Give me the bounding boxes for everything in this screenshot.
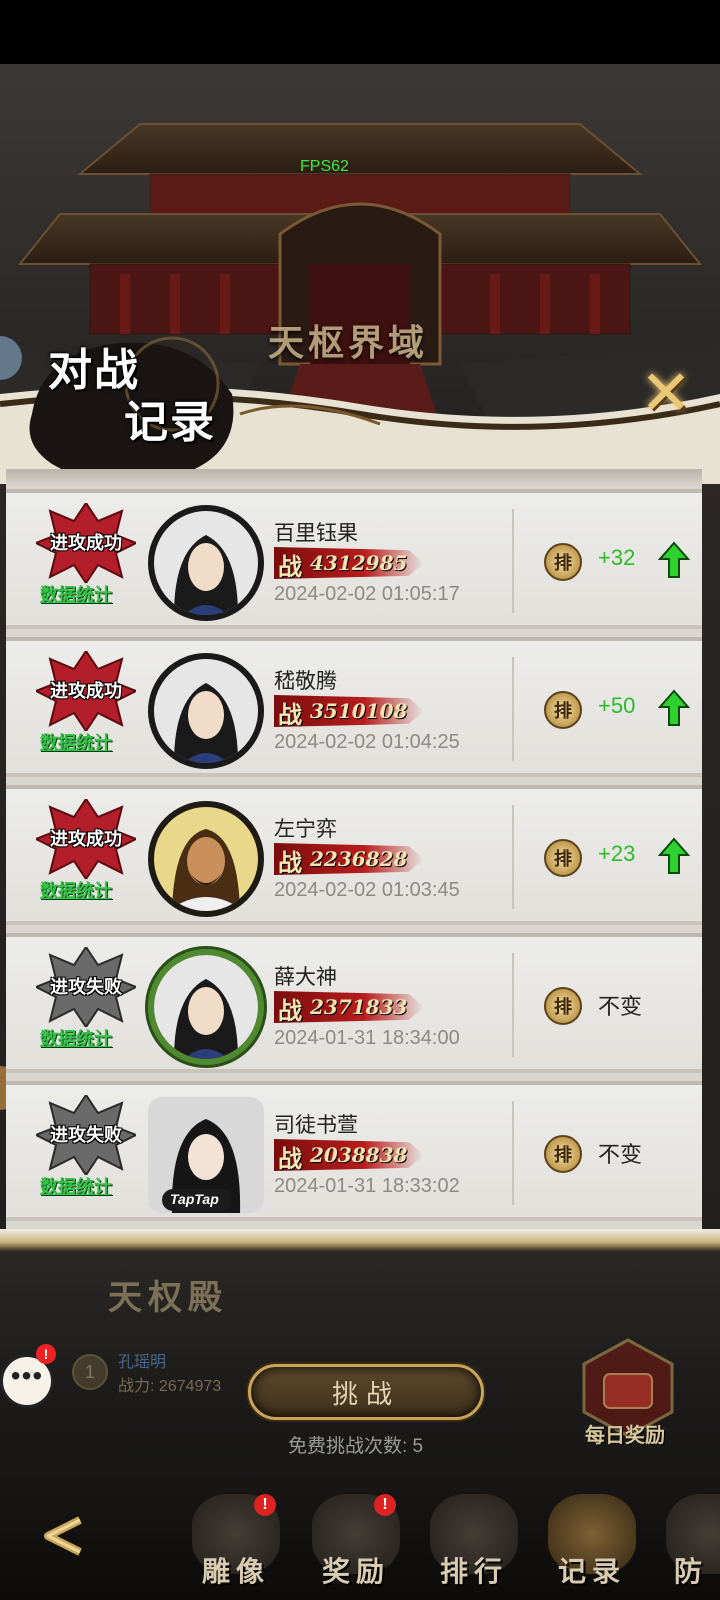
opponent-avatar[interactable] [148,801,264,917]
power-icon: 战 [278,1144,302,1173]
rank-change: +32 [598,545,636,570]
nav-label: 排行 [439,1555,508,1588]
nav-label: 奖励 [321,1555,390,1588]
stats-link[interactable]: 数据统计 [40,581,112,607]
rank-up-arrow-icon [658,541,690,578]
fps-counter: FPS62 [300,158,349,175]
panel-top-edge [6,469,702,487]
result-label: 进攻成功 [50,829,122,850]
battle-time: 2024-01-31 18:33:02 [274,1175,460,1197]
stats-link[interactable]: 数据统计 [40,729,112,755]
arena-name: 天枢界域 [268,322,429,364]
rank-change: +50 [598,693,636,718]
opponent-avatar[interactable]: TapTap [148,1097,264,1213]
chat-alert-badge: ! [36,1344,56,1364]
record-row: 进攻失败 数据统计 薛大神 战 2371833 2024-01-31 18:34… [6,933,702,1073]
nav-defense[interactable]: 防 [660,1494,720,1598]
result-label: 进攻失败 [50,977,122,998]
nav-alert-badge: ! [374,1494,396,1516]
record-row: 进攻失败 数据统计 TapTap 司徒书萱 战 2038838 2024-01-… [6,1081,702,1221]
result-label: 进攻失败 [50,1125,122,1146]
record-row: 进攻成功 数据统计 左宁弈 战 2236828 2024-02-02 01:03… [6,785,702,925]
record-row: 进攻成功 数据统计 嵇敬腾 战 3510108 2024-02-02 01:04… [6,637,702,777]
rank-icon: 排 [544,543,582,581]
stats-link[interactable]: 数据统计 [40,1173,112,1199]
rank-icon: 排 [544,691,582,729]
opponent-avatar[interactable] [148,949,264,1065]
opponent-name: 左宁弈 [274,818,337,841]
nav-record[interactable]: 记录 [542,1494,642,1598]
close-x-icon: ✕ [640,359,692,428]
daily-reward-label[interactable]: 每日奖励 [570,1419,680,1448]
opponent-name: 嵇敬腾 [274,670,337,693]
result-label: 进攻成功 [50,681,122,702]
battle-time: 2024-02-02 01:04:25 [274,731,460,753]
opponent-name: 薛大神 [274,966,337,989]
free-challenge-count: 免费挑战次数: 5 [288,1436,424,1457]
game-screen: FPS62 天枢界域 对战 记录 ✕ 进攻成功 数据统计 百里钰果 战 4312… [0,64,720,1600]
nav-label: 记录 [557,1555,626,1588]
opponent-avatar[interactable] [148,653,264,769]
taptap-label: TapTap [170,1191,219,1207]
opponent-avatar[interactable] [148,505,264,621]
panel-title-line2: 记录 [124,397,216,448]
battle-time: 2024-02-02 01:05:17 [274,583,460,605]
rank-change: +23 [598,841,636,866]
rank-change: 不变 [598,994,643,1019]
power-value: 2371833 [310,995,408,1019]
nav-alert-badge: ! [254,1494,276,1516]
battle-time: 2024-02-02 01:03:45 [274,879,460,901]
rank-up-arrow-icon [658,689,690,726]
record-row: 进攻成功 数据统计 百里钰果 战 4312985 2024-02-02 01:0… [6,489,702,629]
rank-change: 不变 [598,1142,643,1167]
power-icon: 战 [278,700,302,729]
power-value: 2038838 [310,1143,408,1167]
chat-bubble-icon: ••• [10,1360,44,1391]
stats-link[interactable]: 数据统计 [40,877,112,903]
power-icon: 战 [278,552,302,581]
nav-label: 防 [674,1555,709,1588]
opponent-name: 百里钰果 [274,522,358,545]
power-icon: 战 [278,996,302,1025]
nav-label: 雕像 [201,1555,270,1588]
rank-icon: 排 [544,987,582,1025]
power-icon: 战 [278,848,302,877]
power-value: 2236828 [310,847,408,871]
holder-rank-badge: 1 [72,1354,108,1390]
opponent-name: 司徒书萱 [274,1114,358,1137]
holder-power: 战力: 2674973 [118,1378,222,1395]
rank-up-arrow-icon [658,837,690,874]
power-value: 4312985 [310,551,408,575]
nav-ranking[interactable]: 排行 [424,1494,524,1598]
close-button[interactable]: ✕ [636,359,696,428]
hall-name: 天权殿 [108,1278,228,1318]
battle-time: 2024-01-31 18:34:00 [274,1027,460,1049]
back-arrow-icon[interactable] [30,1506,90,1566]
challenge-label: 挑战 [331,1378,400,1409]
rank-icon: 排 [544,1135,582,1173]
stats-link[interactable]: 数据统计 [40,1025,112,1051]
rank-icon: 排 [544,839,582,877]
power-value: 3510108 [310,699,408,723]
panel-bottom-edge [0,1229,720,1251]
holder-name: 孔瑶明 [118,1354,167,1371]
record-list[interactable]: 进攻成功 数据统计 百里钰果 战 4312985 2024-02-02 01:0… [6,469,702,1304]
result-label: 进攻成功 [50,533,122,554]
status-bar [0,0,720,64]
challenge-button[interactable]: 挑战 [248,1364,484,1420]
